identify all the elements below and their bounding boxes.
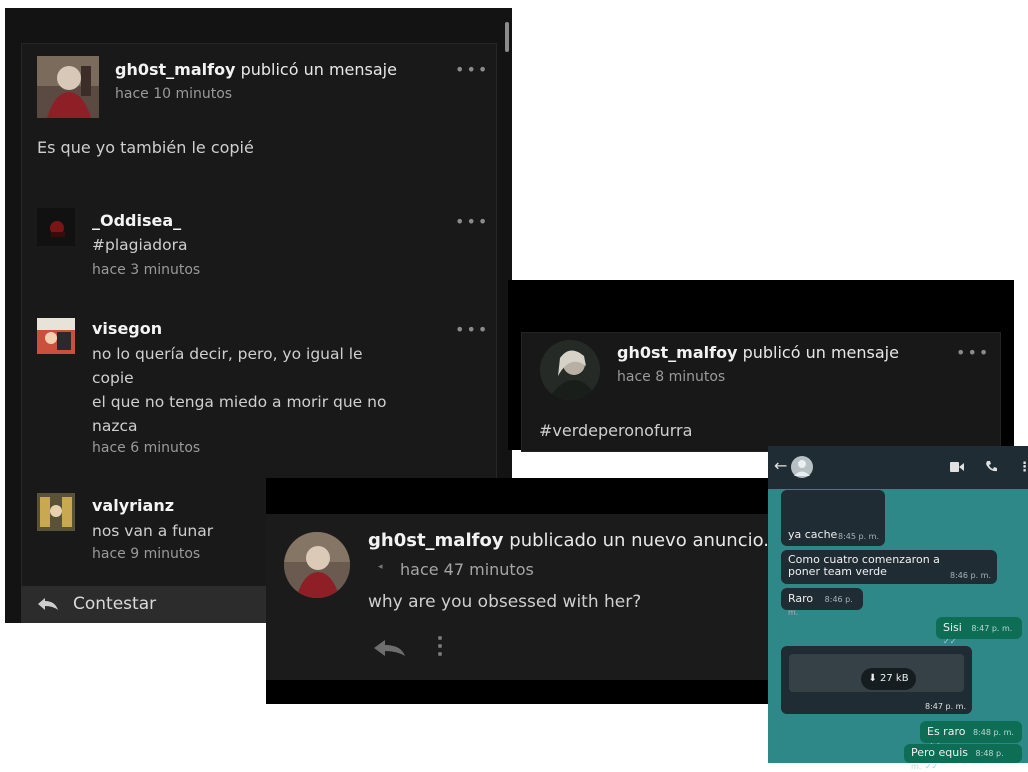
avatar[interactable] <box>37 208 75 246</box>
post-title: gh0st_malfoy publicó un mensaje <box>617 343 899 362</box>
contact-avatar-icon[interactable] <box>791 456 813 478</box>
comment-text-line: el que no tenga miedo a morir que no <box>92 393 387 411</box>
post-body: Es que yo también le copié <box>37 138 254 157</box>
comment-username[interactable]: visegon <box>92 319 162 338</box>
message-text: Sisi <box>943 621 962 634</box>
avatar[interactable] <box>37 56 99 118</box>
announcement-screenshot: gh0st_malfoy publicado un nuevo anuncio.… <box>266 478 788 704</box>
comment-timestamp: hace 6 minutos <box>92 440 201 456</box>
message-bubble-incoming[interactable]: ⬇ 27 kB 8:47 p. m. <box>781 646 972 714</box>
post-timestamp: hace 47 minutos <box>400 560 534 579</box>
comment-text-line: no lo quería decir, pero, yo igual le <box>92 345 363 363</box>
back-arrow-icon[interactable]: ← <box>774 456 787 475</box>
comment-username[interactable]: _Oddisea_ <box>92 211 181 230</box>
reply-arrow-icon[interactable] <box>372 638 406 658</box>
message-bubble-incoming[interactable]: Como cuatro comenzaron a poner team verd… <box>781 550 997 584</box>
post-screenshot-2: gh0st_malfoy publicó un mensaje hace 8 m… <box>508 280 1014 452</box>
clock-icon: ◂ <box>378 562 383 572</box>
post-title: gh0st_malfoy publicó un mensaje <box>115 60 397 79</box>
comment-text-line: nazca <box>92 417 138 435</box>
comment-text: #plagiadora <box>92 236 188 254</box>
menu-icon[interactable]: ⋮ <box>1018 460 1028 475</box>
phone-call-icon[interactable] <box>985 460 997 473</box>
file-size: 27 kB <box>880 673 909 684</box>
message-bubble-incoming[interactable]: Raro 8:46 p. m. <box>781 588 863 617</box>
post-username[interactable]: gh0st_malfoy <box>368 530 504 551</box>
more-options-icon[interactable]: ••• <box>455 320 489 339</box>
reply-arrow-icon <box>38 598 58 610</box>
post-body: #verdeperonofurra <box>539 421 693 440</box>
video-call-icon[interactable] <box>950 462 964 472</box>
post-action: publicó un mensaje <box>240 60 397 79</box>
comment-text-line: copie <box>92 369 134 387</box>
message-text: Como cuatro comenzaron a poner team verd… <box>788 553 940 578</box>
post-body: why are you obsessed with her? <box>368 592 642 612</box>
download-icon: ⬇ <box>868 673 880 684</box>
message-bubble-incoming[interactable]: ya cache 8:45 p. m. <box>781 490 885 546</box>
message-time: 8:46 p. m. <box>949 571 991 580</box>
message-text: Pero equis <box>911 746 969 759</box>
avatar[interactable] <box>37 318 75 354</box>
post-username[interactable]: gh0st_malfoy <box>115 60 235 79</box>
message-text: Es raro <box>927 725 966 738</box>
avatar[interactable] <box>284 532 350 598</box>
chat-header: ← ⋮ <box>768 446 1028 489</box>
message-time: 8:47 p. m. <box>924 702 966 711</box>
more-vertical-icon[interactable] <box>438 636 442 656</box>
post-action: publicado un nuevo anuncio. <box>509 530 770 551</box>
avatar[interactable] <box>540 340 600 400</box>
comment-timestamp: hace 9 minutos <box>92 546 201 562</box>
reply-label: Contestar <box>73 594 157 614</box>
message-time: 8:48 p. m. <box>972 728 1014 737</box>
more-options-icon[interactable]: ••• <box>455 212 489 231</box>
chat-screenshot: ← ⋮ ya cache 8:45 p. m. Como cuatro come… <box>768 446 1028 771</box>
comment-username[interactable]: valyrianz <box>92 496 174 515</box>
post-username[interactable]: gh0st_malfoy <box>617 343 737 362</box>
comment-text: nos van a funar <box>92 522 214 540</box>
message-time: 8:47 p. m. <box>971 624 1013 633</box>
comment-timestamp: hace 3 minutos <box>92 262 201 278</box>
post-action: publicó un mensaje <box>742 343 899 362</box>
announcement-title: gh0st_malfoy publicado un nuevo anuncio. <box>368 530 769 551</box>
message-text: Raro <box>788 592 814 605</box>
avatar[interactable] <box>37 493 75 531</box>
download-button[interactable]: ⬇ 27 kB <box>861 668 916 690</box>
message-time: 8:45 p. m. <box>837 532 879 541</box>
message-bubble-outgoing[interactable]: Pero equis 8:48 p. m. ✓✓ <box>904 744 1022 771</box>
post-timestamp: hace 8 minutos <box>617 369 726 385</box>
read-receipt-icon: ✓✓ <box>924 762 939 771</box>
post-timestamp: hace 10 minutos <box>115 86 233 102</box>
message-bubble-outgoing[interactable]: Es raro 8:48 p. m. ✓✓ <box>920 721 1022 750</box>
more-options-icon[interactable]: ••• <box>455 60 489 79</box>
message-text: ya cache <box>788 528 838 541</box>
scrollbar[interactable] <box>505 22 509 52</box>
more-options-icon[interactable]: ••• <box>956 343 990 362</box>
read-receipt-icon: ✓✓ <box>943 637 957 646</box>
message-bubble-outgoing[interactable]: Sisi 8:47 p. m. ✓✓ <box>936 617 1022 646</box>
